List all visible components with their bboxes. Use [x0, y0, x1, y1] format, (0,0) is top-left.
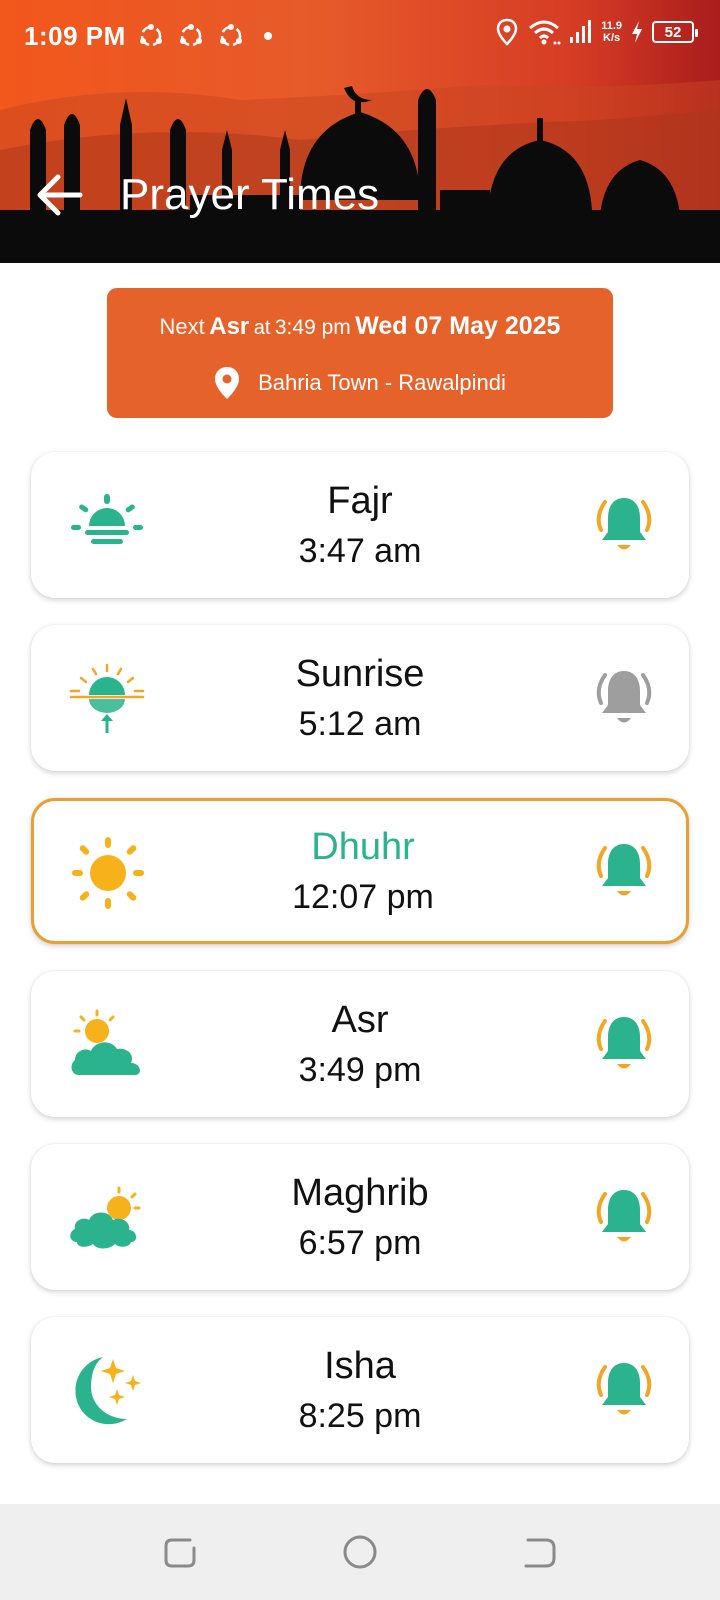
prayer-name: Isha — [324, 1345, 396, 1387]
prayer-time: 5:12 am — [298, 705, 422, 743]
bell-ringing-icon[interactable] — [593, 840, 655, 904]
bell-ringing-icon[interactable] — [593, 1013, 655, 1077]
location-icon — [496, 18, 518, 46]
next-prayer-name: Asr — [209, 313, 250, 340]
prayer-time: 3:49 pm — [298, 1051, 422, 1089]
status-system-icons: 11.9 K/s 52 — [495, 18, 698, 46]
bell-ringing-icon[interactable] — [593, 494, 655, 558]
bell-ringing-icon[interactable] — [593, 1359, 655, 1423]
bell-off-icon[interactable] — [593, 667, 655, 731]
page-title: Prayer Times — [120, 170, 380, 219]
prayer-time: 8:25 pm — [298, 1397, 422, 1435]
prayer-time: 3:47 am — [298, 532, 422, 570]
network-speed-unit: K/s — [603, 32, 621, 44]
more-notifications-dot-icon — [263, 32, 272, 40]
prayer-name: Maghrib — [291, 1172, 429, 1214]
next-prayer-time: 3:49 pm — [274, 316, 351, 339]
share-app-icon — [139, 24, 162, 47]
next-label: Next — [159, 314, 205, 339]
prayer-card-fajr[interactable]: Fajr 3:47 am — [31, 452, 689, 598]
next-prayer-line: Next Asr at 3:49 pm Wed 07 May 2025 — [107, 312, 613, 341]
prayer-card-dhuhr[interactable]: Dhuhr 12:07 pm — [31, 798, 689, 944]
prayer-name: Fajr — [327, 480, 393, 522]
signal-icon — [570, 20, 592, 43]
home-icon[interactable] — [340, 1532, 380, 1572]
prayer-card-sunrise[interactable]: Sunrise 5:12 am — [31, 625, 689, 771]
status-notification-icons — [138, 23, 272, 49]
bell-ringing-icon[interactable] — [593, 1186, 655, 1250]
prayer-card-isha[interactable]: Isha 8:25 pm — [31, 1317, 689, 1463]
header-banner: 1:09 PM 11.9 K/s 52 Prayer Times — [0, 0, 720, 263]
map-pin-icon — [215, 367, 240, 399]
battery-indicator: 52 — [652, 21, 698, 43]
status-bar: 1:09 PM 11.9 K/s 52 — [0, 0, 720, 72]
recent-apps-icon[interactable] — [160, 1532, 200, 1572]
location-name: Bahria Town - Rawalpindi — [258, 370, 506, 395]
status-time: 1:09 PM — [24, 20, 126, 51]
location-row: Bahria Town - Rawalpindi — [107, 366, 613, 400]
wifi-icon — [529, 20, 561, 45]
battery-level: 52 — [664, 23, 682, 41]
prayer-card-maghrib[interactable]: Maghrib 6:57 pm — [31, 1144, 689, 1290]
share-app-icon — [219, 24, 242, 47]
prayer-name: Asr — [331, 999, 389, 1041]
prayer-name: Sunrise — [295, 653, 425, 695]
prayer-time: 6:57 pm — [298, 1224, 422, 1262]
next-prayer-date: Wed 07 May 2025 — [355, 312, 561, 340]
next-at-label: at — [253, 317, 271, 339]
network-speed: 11.9 K/s — [601, 20, 622, 44]
network-speed-value: 11.9 — [601, 20, 622, 32]
charging-icon — [632, 21, 642, 43]
share-app-icon — [179, 24, 202, 47]
back-icon[interactable] — [520, 1532, 560, 1572]
system-navigation-bar — [0, 1504, 720, 1600]
back-arrow-icon[interactable] — [32, 168, 86, 222]
prayer-card-asr[interactable]: Asr 3:49 pm — [31, 971, 689, 1117]
app-bar: Prayer Times — [0, 160, 720, 230]
next-prayer-banner: Next Asr at 3:49 pm Wed 07 May 2025 Bahr… — [107, 288, 613, 418]
